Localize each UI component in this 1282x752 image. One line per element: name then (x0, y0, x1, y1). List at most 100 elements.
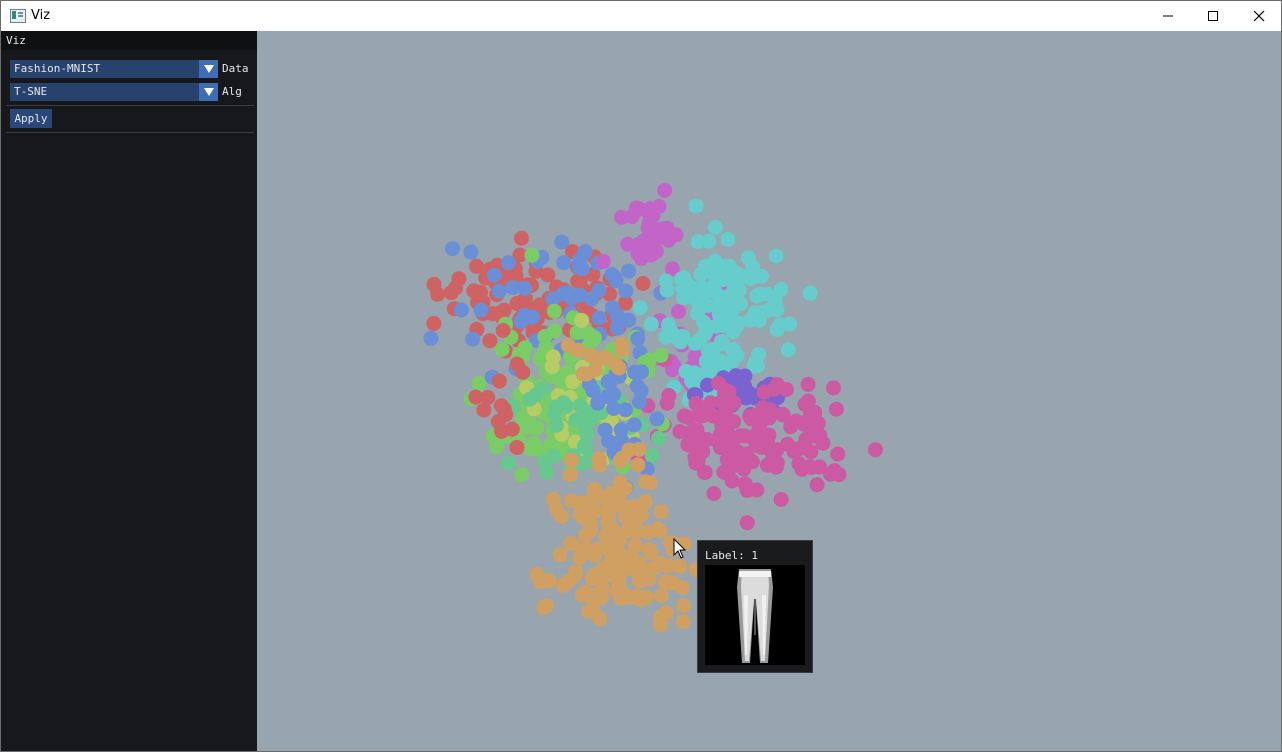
embedding-point[interactable] (759, 432, 775, 448)
embedding-point[interactable] (578, 541, 594, 557)
embedding-point[interactable] (794, 461, 810, 477)
embedding-point[interactable] (581, 493, 597, 509)
embedding-point[interactable] (714, 316, 730, 332)
embedding-point[interactable] (581, 326, 597, 342)
embedding-point[interactable] (627, 538, 643, 554)
embedding-point[interactable] (719, 426, 735, 442)
embedding-point[interactable] (606, 401, 622, 416)
embedding-point[interactable] (715, 407, 731, 423)
embedding-point[interactable] (560, 338, 576, 354)
embedding-point[interactable] (554, 508, 569, 524)
embedding-point[interactable] (826, 463, 842, 479)
embedding-point[interactable] (747, 305, 763, 321)
embedding-point[interactable] (768, 248, 784, 264)
embedding-point[interactable] (745, 259, 761, 275)
embedding-point[interactable] (486, 267, 502, 283)
embedding-point[interactable] (775, 406, 791, 422)
embedding-point[interactable] (760, 405, 776, 421)
embedding-point[interactable] (423, 330, 439, 346)
sidebar-title-bar[interactable]: Viz (1, 31, 257, 50)
embedding-point[interactable] (773, 492, 789, 507)
chevron-down-icon[interactable] (199, 83, 218, 101)
embedding-point[interactable] (545, 349, 561, 365)
embedding-point[interactable] (703, 395, 718, 411)
embedding-point[interactable] (465, 331, 480, 347)
embedding-point[interactable] (633, 383, 649, 399)
embedding-point[interactable] (614, 209, 630, 225)
embedding-point[interactable] (803, 444, 819, 460)
embedding-point[interactable] (641, 571, 657, 587)
embedding-point[interactable] (495, 323, 511, 338)
embedding-point[interactable] (476, 402, 492, 418)
embedding-point[interactable] (714, 261, 730, 277)
embedding-point[interactable] (676, 598, 692, 613)
embedding-point[interactable] (585, 602, 601, 618)
embedding-point[interactable] (650, 227, 666, 243)
embedding-point[interactable] (505, 279, 521, 295)
embedding-point[interactable] (591, 310, 607, 326)
embedding-point[interactable] (657, 574, 673, 590)
embedding-point[interactable] (591, 451, 607, 467)
embedding-point[interactable] (659, 282, 675, 298)
embedding-point[interactable] (473, 284, 489, 300)
embedding-point[interactable] (642, 475, 658, 491)
embedding-point[interactable] (657, 182, 673, 198)
embedding-point[interactable] (632, 300, 648, 316)
embedding-point[interactable] (867, 442, 883, 458)
embedding-point[interactable] (471, 376, 487, 392)
embedding-point[interactable] (620, 523, 636, 539)
embedding-point[interactable] (675, 614, 691, 630)
algorithm-select[interactable]: T-SNE (10, 83, 218, 101)
embedding-point[interactable] (540, 267, 556, 283)
embedding-point[interactable] (595, 253, 611, 269)
embedding-point[interactable] (612, 453, 628, 469)
embedding-point[interactable] (614, 336, 630, 352)
embedding-point[interactable] (682, 425, 698, 441)
embedding-point[interactable] (707, 219, 723, 235)
embedding-point[interactable] (500, 255, 516, 271)
apply-button[interactable]: Apply (10, 109, 52, 128)
embedding-point[interactable] (687, 449, 703, 465)
embedding-point[interactable] (524, 247, 540, 263)
embedding-point[interactable] (554, 234, 570, 250)
embedding-point[interactable] (809, 477, 825, 493)
embedding-canvas[interactable]: Label: 1 (257, 31, 1281, 751)
embedding-point[interactable] (514, 230, 529, 246)
embedding-point[interactable] (828, 401, 844, 417)
embedding-point[interactable] (583, 347, 598, 363)
embedding-point[interactable] (772, 317, 788, 333)
embedding-point[interactable] (643, 545, 659, 560)
embedding-point[interactable] (733, 428, 749, 444)
chevron-down-icon[interactable] (199, 60, 218, 78)
embedding-point[interactable] (490, 414, 506, 429)
embedding-point[interactable] (668, 227, 684, 243)
embedding-point[interactable] (826, 380, 841, 396)
embedding-point[interactable] (564, 452, 580, 468)
embedding-point[interactable] (469, 258, 484, 274)
embedding-point[interactable] (426, 316, 442, 331)
embedding-point[interactable] (630, 457, 646, 473)
embedding-point[interactable] (609, 308, 625, 324)
embedding-point[interactable] (443, 285, 459, 301)
embedding-point[interactable] (780, 342, 796, 358)
embedding-point[interactable] (634, 364, 650, 380)
embedding-point[interactable] (536, 381, 552, 397)
embedding-point[interactable] (598, 527, 614, 543)
embedding-point[interactable] (653, 347, 669, 363)
embedding-point[interactable] (756, 384, 772, 400)
embedding-point[interactable] (690, 305, 706, 321)
embedding-point[interactable] (721, 462, 737, 478)
embedding-point[interactable] (676, 290, 692, 306)
embedding-point[interactable] (698, 353, 714, 369)
embedding-point[interactable] (597, 422, 613, 438)
embedding-point[interactable] (562, 467, 578, 483)
embedding-point[interactable] (577, 419, 593, 435)
embedding-point[interactable] (628, 200, 644, 216)
embedding-point[interactable] (737, 379, 753, 394)
embedding-point[interactable] (778, 382, 794, 397)
embedding-point[interactable] (574, 261, 590, 277)
embedding-point[interactable] (575, 366, 591, 382)
embedding-point[interactable] (671, 304, 686, 319)
embedding-point[interactable] (546, 303, 562, 319)
embedding-point[interactable] (620, 236, 636, 252)
